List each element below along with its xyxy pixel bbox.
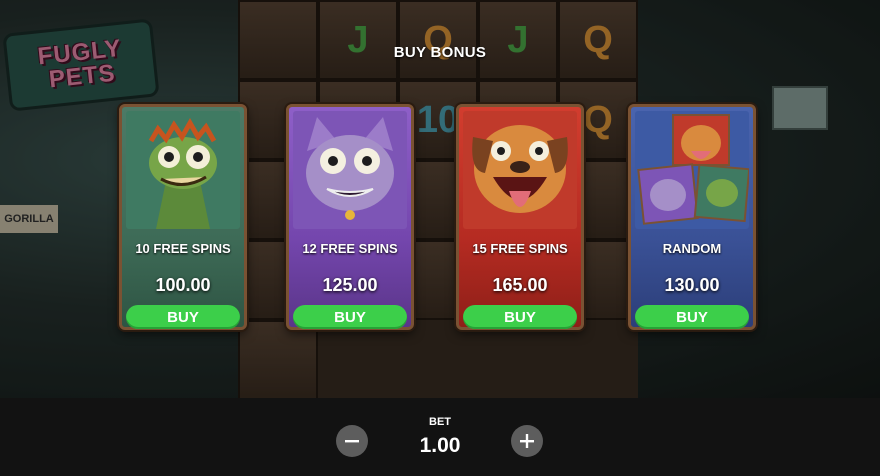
bonus-price: 125.00 <box>322 275 378 295</box>
bonus-card-random[interactable]: RANDOM 130.00 BUY <box>628 104 756 330</box>
bonus-name: 15 FREE SPINS <box>472 241 568 256</box>
bonus-name: 10 FREE SPINS <box>135 241 231 256</box>
bonus-card-12-free-spins[interactable]: 12 FREE SPINS 125.00 BUY <box>286 104 414 330</box>
buy-button[interactable]: BUY <box>635 305 749 329</box>
cat-portrait <box>293 111 407 229</box>
bonus-name: RANDOM <box>662 241 722 256</box>
dog-icon <box>463 111 577 229</box>
bonus-price: 130.00 <box>664 275 720 295</box>
decrease-bet-button[interactable] <box>336 425 368 457</box>
buy-button[interactable]: BUY <box>126 305 240 329</box>
cat-icon <box>293 111 407 229</box>
buy-button[interactable]: BUY <box>293 305 407 329</box>
lizard-icon <box>126 111 240 229</box>
bonus-card-10-free-spins[interactable]: 10 FREE SPINS 100.00 BUY <box>119 104 247 330</box>
lizard-portrait <box>126 111 240 229</box>
game-background: J Q J Q K 10 Q A Q FUGLY PETS GORILLA BU… <box>0 0 880 398</box>
minus-icon <box>345 440 359 443</box>
dog-portrait <box>463 111 577 229</box>
bonus-card-15-free-spins[interactable]: 15 FREE SPINS 165.00 BUY <box>456 104 584 330</box>
buy-bonus-title: BUY BONUS <box>393 44 487 61</box>
bet-label: BET <box>429 416 451 428</box>
bonus-price: 100.00 <box>155 275 211 295</box>
random-icon <box>635 111 749 229</box>
bet-value: 1.00 <box>419 434 461 457</box>
bonus-name: 12 FREE SPINS <box>302 241 398 256</box>
plus-icon <box>520 434 534 448</box>
increase-bet-button[interactable] <box>511 425 543 457</box>
random-portrait <box>635 111 749 229</box>
buy-button[interactable]: BUY <box>463 305 577 329</box>
bonus-price: 165.00 <box>492 275 548 295</box>
